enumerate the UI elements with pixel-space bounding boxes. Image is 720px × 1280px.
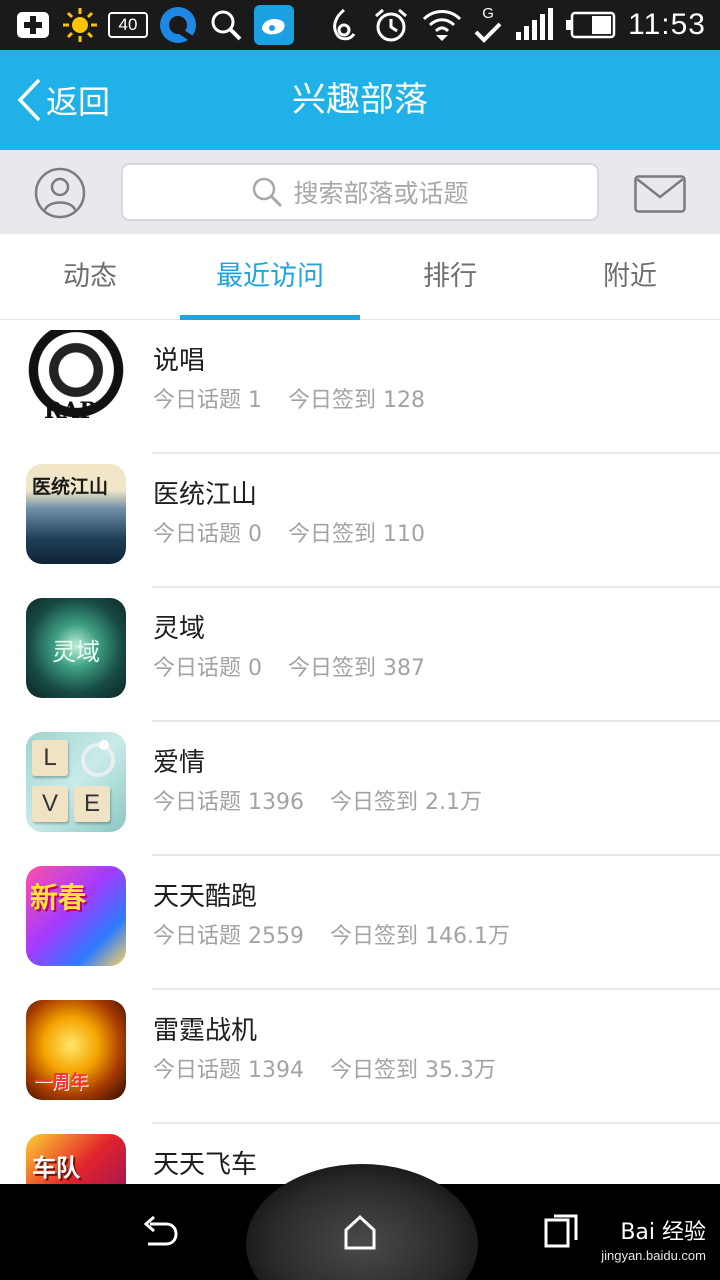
tribe-name: 天天飞车 [153,1150,258,1180]
tribe-avatar: 车队 [26,1134,126,1184]
mail-icon [634,175,686,213]
profile-button[interactable] [34,167,86,219]
tribe-name: 说唱 [153,346,206,376]
checkins-today: 今日签到 128 [288,388,425,413]
tribe-stats: 今日话题 2559 今日签到 146.1万 [153,918,510,950]
recent-apps-icon [544,1214,578,1248]
qq-browser-icon [158,5,198,45]
checkins-today: 今日签到 110 [288,522,425,547]
tribe-avatar-text: 车队 [32,1154,80,1182]
list-item[interactable]: 灵域 灵域 今日话题 0 今日签到 387 [0,588,720,722]
tribe-avatar: RAP [26,330,126,430]
tribe-list: RAP 说唱 今日话题 1 今日签到 128 医统江山 医统江山 今日话题 0 今日… [0,320,720,1184]
tribe-name: 灵域 [153,614,206,644]
watermark-main: Bai 经验 [620,1220,706,1245]
back-arrow-icon [143,1215,178,1246]
search-icon [208,7,244,43]
signal-icon [514,8,554,42]
clock-time: 11:53 [628,8,706,41]
list-item[interactable]: RAP 说唱 今日话题 1 今日签到 128 [0,320,720,454]
letter-tile: V [32,786,68,822]
topics-today: 今日话题 1396 [153,790,304,815]
topics-today: 今日话题 2559 [153,924,304,949]
tribe-stats: 今日话题 0 今日签到 110 [153,516,425,548]
topics-today: 今日话题 1 [153,388,262,413]
back-label: 返回 [46,83,111,121]
home-nav-button[interactable] [338,1210,382,1254]
list-item[interactable]: 一周年 雷霆战机 今日话题 1394 今日签到 35.3万 [0,990,720,1124]
navigation-bar: Bai 经验 jingyan.baidu.com [0,1164,720,1280]
sun-icon [62,7,98,43]
user-icon [34,167,86,219]
list-item[interactable]: 新春 天天酷跑 今日话题 2559 今日签到 146.1万 [0,856,720,990]
tribe-avatar: 灵域 [26,598,126,698]
tribe-name: 雷霆战机 [153,1016,258,1046]
tab-bar: 动态 最近访问 排行 附近 [0,234,720,320]
letter-tile: E [74,786,110,822]
status-bar: 40 G 11:53 [0,0,720,50]
watermark-url: jingyan.baidu.com [601,1248,706,1263]
tribe-name: 医统江山 [153,480,258,510]
checkins-today: 今日签到 146.1万 [329,924,510,949]
tab-recent-visits[interactable]: 最近访问 [180,234,360,320]
back-button[interactable]: 返回 [16,50,110,150]
list-item[interactable]: 医统江山 医统江山 今日话题 0 今日签到 110 [0,454,720,588]
topics-today: 今日话题 0 [153,522,262,547]
tribe-name: 爱情 [153,748,206,778]
search-bar: 搜索部落或话题 [0,150,720,234]
wifi-icon [422,7,462,43]
tribe-avatar-text: 一周年 [34,1072,88,1093]
nfc-icon [328,6,360,44]
check-icon [474,22,502,43]
checkins-today: 今日签到 35.3万 [329,1058,496,1083]
topics-today: 今日话题 1394 [153,1058,304,1083]
tribe-avatar: 新春 [26,866,126,966]
tab-nearby[interactable]: 附近 [540,234,720,320]
tribe-name: 天天酷跑 [153,882,258,912]
tribe-avatar-text: 医统江山 [32,476,109,498]
tribe-stats: 今日话题 1394 今日签到 35.3万 [153,1052,496,1084]
search-icon [253,177,283,208]
tribe-avatar: 一周年 [26,1000,126,1100]
back-nav-button[interactable] [138,1210,182,1254]
list-item[interactable]: L V E 爱情 今日话题 1396 今日签到 2.1万 [0,722,720,856]
tribe-avatar: L V E [26,732,126,832]
notification-count-badge: 40 [108,12,148,38]
network-type-icon: G [474,5,502,43]
battery-icon [566,10,616,40]
chevron-left-icon [17,78,41,122]
topics-today: 今日话题 0 [153,656,262,681]
tab-ranking[interactable]: 排行 [360,234,540,320]
messages-button[interactable] [634,175,686,213]
tribe-avatar: 医统江山 [26,464,126,564]
letter-tile: L [32,740,68,776]
tribe-stats: 今日话题 1396 今日签到 2.1万 [153,784,482,816]
baidu-jingyan-watermark: Bai 经验 jingyan.baidu.com [601,1214,706,1263]
checkins-today: 今日签到 2.1万 [329,790,482,815]
tribe-avatar-text: 灵域 [52,638,100,666]
tribe-avatar-text: RAP [44,398,96,424]
tab-activity[interactable]: 动态 [0,234,180,320]
recent-apps-button[interactable] [540,1210,584,1254]
add-icon [14,6,52,44]
ring-icon [81,740,115,777]
weibo-icon [254,5,294,45]
tribe-avatar-text: 新春 [30,881,87,914]
search-input[interactable]: 搜索部落或话题 [121,163,599,221]
app-header: 返回 兴趣部落 [0,50,720,150]
tribe-stats: 今日话题 0 今日签到 387 [153,650,425,682]
tribe-stats: 今日话题 1 今日签到 128 [153,382,425,414]
checkins-today: 今日签到 387 [288,656,425,681]
home-icon [344,1214,376,1250]
alarm-icon [372,6,410,44]
search-placeholder: 搜索部落或话题 [293,179,469,208]
network-type-label: G [482,5,494,22]
